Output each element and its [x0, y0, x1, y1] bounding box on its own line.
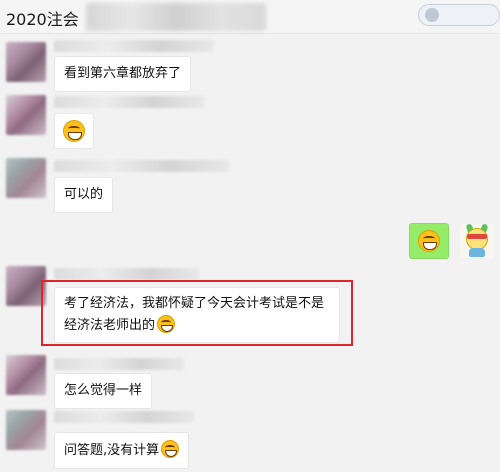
- sender-name-redacted: [54, 411, 194, 423]
- message-text: 怎么觉得一样: [64, 383, 143, 398]
- laughing-face-emoji: [63, 120, 85, 142]
- search-button[interactable]: [418, 4, 500, 26]
- avatar-head: [466, 228, 488, 250]
- self-avatar[interactable]: [460, 223, 494, 258]
- rolling-laughing-emoji: [418, 230, 440, 252]
- self-message-bubble[interactable]: [409, 223, 449, 259]
- sender-name-redacted: [54, 40, 214, 52]
- chat-title: 2020注会: [6, 10, 79, 29]
- message-text: 问答题,没有计算: [64, 443, 160, 458]
- sender-name-redacted: [54, 160, 229, 172]
- avatar-headband: [467, 234, 487, 239]
- avatar[interactable]: [6, 42, 46, 82]
- message-bubble[interactable]: [54, 113, 94, 149]
- message-bubble[interactable]: 可以的: [54, 177, 114, 213]
- avatar-body: [469, 248, 485, 257]
- chat-title-bar: 2020注会: [0, 0, 500, 34]
- message-bubble[interactable]: 看到第六章都放弃了: [54, 56, 192, 92]
- sender-name-redacted: [54, 358, 184, 370]
- avatar[interactable]: [6, 410, 46, 450]
- grinning-face-emoji: [161, 440, 180, 458]
- message-bubble[interactable]: 问答题,没有计算: [54, 432, 190, 469]
- message-text: 看到第六章都放弃了: [64, 66, 182, 81]
- sender-name-redacted: [54, 96, 204, 108]
- avatar[interactable]: [6, 355, 46, 395]
- avatar[interactable]: [6, 95, 46, 135]
- title-redacted-area: [86, 3, 266, 31]
- sender-name-redacted: [54, 268, 199, 280]
- avatar[interactable]: [6, 266, 46, 306]
- highlight-annotation-box: [41, 280, 353, 346]
- message-text: 可以的: [64, 187, 104, 202]
- avatar[interactable]: [6, 158, 46, 198]
- message-bubble[interactable]: 怎么觉得一样: [54, 373, 153, 409]
